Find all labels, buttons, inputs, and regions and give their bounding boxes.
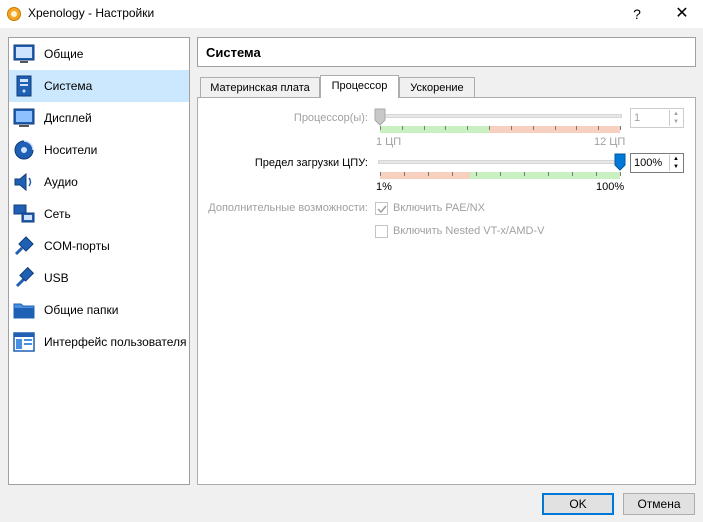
sidebar-item-label: Сеть: [44, 207, 71, 221]
sidebar-item-user-interface[interactable]: Интерфейс пользователя: [9, 326, 189, 358]
slider-tick: [452, 172, 453, 176]
slider-tick: [428, 172, 429, 176]
title-bar: Xpenology - Настройки ? ✕: [0, 0, 703, 28]
sidebar-item-label: Аудио: [44, 175, 78, 189]
slider-tick: [500, 172, 501, 176]
network-icon: [13, 204, 35, 223]
slider-tick: [445, 126, 446, 130]
sidebar-item-audio[interactable]: Аудио: [9, 166, 189, 198]
sidebar-item-label: Общие папки: [44, 303, 119, 317]
slider-tick: [380, 126, 381, 130]
sidebar-item-label: USB: [44, 271, 69, 285]
tab-processor[interactable]: Процессор: [320, 75, 399, 98]
page-title: Система: [206, 45, 261, 60]
slider-tick: [467, 126, 468, 130]
cpu-count-spinbox[interactable]: 1 ▲ ▼: [630, 108, 684, 128]
slider-tick: [476, 172, 477, 176]
sidebar-item-usb[interactable]: USB: [9, 262, 189, 294]
cap-slider-track: [378, 160, 622, 164]
tab-acceleration[interactable]: Ускорение: [399, 77, 475, 98]
ok-button[interactable]: OK: [542, 493, 614, 515]
slider-tick: [598, 126, 599, 130]
virtualbox-app-icon: [7, 7, 21, 21]
close-button[interactable]: ✕: [663, 0, 701, 28]
usb-icon: [15, 266, 35, 288]
sidebar-item-storage[interactable]: Носители: [9, 134, 189, 166]
slider-tick: [620, 126, 621, 130]
sidebar-item-label: Общие: [44, 47, 84, 61]
cpu-count-value: 1: [634, 112, 641, 124]
section-header: Система: [197, 37, 696, 67]
slider-tick: [576, 126, 577, 130]
tab-motherboard[interactable]: Материнская плата: [200, 77, 320, 98]
cpu-min-label: 1 ЦП: [376, 136, 402, 148]
slider-tick: [572, 172, 573, 176]
sidebar-item-label: Система: [44, 79, 93, 93]
slider-tick: [402, 126, 403, 130]
execution-cap-value: 100%: [634, 157, 663, 169]
sidebar-item-system[interactable]: Система: [9, 70, 189, 102]
settings-sidebar: Общие Система Дисплей Носители Аудио Сет…: [8, 37, 190, 485]
sidebar-item-network[interactable]: Сеть: [9, 198, 189, 230]
sidebar-item-serial-ports[interactable]: COM-порты: [9, 230, 189, 262]
pae-nx-label[interactable]: Включить PAE/NX: [393, 202, 485, 214]
system-icon: [16, 75, 32, 97]
sidebar-item-display[interactable]: Дисплей: [9, 102, 189, 134]
cap-min-label: 1%: [376, 181, 392, 193]
window-title: Xpenology - Настройки: [28, 6, 155, 20]
extended-features-label: Дополнительные возможности:: [208, 202, 368, 214]
slider-tick: [524, 172, 525, 176]
slider-tick: [489, 126, 490, 130]
slider-tick: [404, 172, 405, 176]
storage-icon: [14, 140, 34, 160]
cpu-spin-arrows[interactable]: ▲ ▼: [669, 110, 682, 126]
audio-icon: [14, 172, 32, 192]
checkmark-icon: [377, 205, 387, 214]
sidebar-item-shared-folders[interactable]: Общие папки: [9, 294, 189, 326]
cap-slider-ticks: [380, 172, 621, 179]
sidebar-item-label: COM-порты: [44, 239, 110, 253]
user-interface-icon: [13, 332, 35, 352]
help-button[interactable]: ?: [622, 0, 652, 28]
general-icon: [13, 44, 35, 63]
serial-ports-icon: [14, 236, 34, 256]
cpu-slider-thumb[interactable]: [374, 108, 386, 126]
slider-tick: [620, 172, 621, 176]
execution-cap-spinbox[interactable]: 100% ▲ ▼: [630, 153, 684, 173]
cap-max-label: 100%: [596, 181, 625, 193]
slider-tick: [511, 126, 512, 130]
slider-tick: [380, 172, 381, 176]
sidebar-item-general[interactable]: Общие: [9, 38, 189, 70]
slider-tick: [596, 172, 597, 176]
slider-tick: [548, 172, 549, 176]
shared-folders-icon: [13, 303, 35, 319]
execution-cap-label: Предел загрузки ЦПУ:: [254, 157, 368, 169]
sidebar-item-label: Интерфейс пользователя: [44, 335, 187, 349]
sidebar-item-label: Дисплей: [44, 111, 92, 125]
slider-tick: [424, 126, 425, 130]
cancel-button[interactable]: Отмена: [623, 493, 695, 515]
nested-vtx-checkbox[interactable]: [375, 225, 388, 238]
slider-tick: [555, 126, 556, 130]
cpu-slider-ticks: [380, 126, 621, 133]
cpu-count-label: Процессор(ы):: [293, 112, 368, 124]
cpu-slider-track: [378, 114, 622, 118]
cap-spin-arrows[interactable]: ▲ ▼: [669, 155, 682, 171]
nested-vtx-label[interactable]: Включить Nested VT-x/AMD-V: [393, 225, 544, 237]
cpu-max-label: 12 ЦП: [594, 136, 626, 148]
sidebar-item-label: Носители: [44, 143, 98, 157]
display-icon: [13, 108, 35, 127]
pae-nx-checkbox[interactable]: [375, 202, 388, 215]
slider-tick: [533, 126, 534, 130]
cap-slider-thumb[interactable]: [614, 153, 626, 171]
